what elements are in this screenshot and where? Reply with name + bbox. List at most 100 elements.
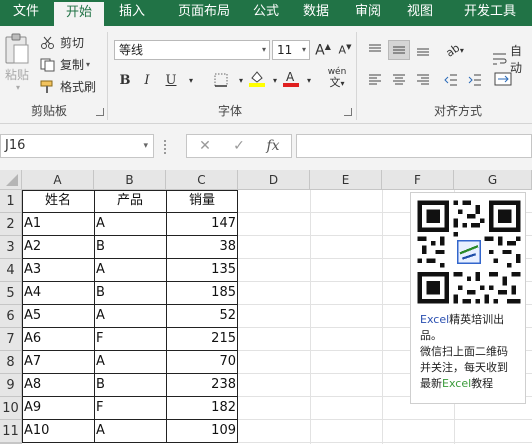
qr-code-card[interactable]: Excel精英培训出品。 微信扫上面二维码 并关注，每天收到 最新Excel教程 xyxy=(410,192,526,404)
underline-dropdown[interactable]: ▾ xyxy=(180,70,202,90)
table-cell[interactable]: A xyxy=(94,213,166,236)
row-header[interactable]: 9 xyxy=(0,374,22,397)
table-cell[interactable]: A2 xyxy=(22,236,94,259)
table-cell[interactable]: 238 xyxy=(166,374,238,397)
table-cell[interactable]: A4 xyxy=(22,282,94,305)
bold-button[interactable]: B xyxy=(114,70,136,90)
italic-button[interactable]: I xyxy=(136,70,158,90)
table-cell[interactable]: A3 xyxy=(22,259,94,282)
tab-home[interactable]: 开始 xyxy=(54,2,104,26)
table-cell[interactable]: A10 xyxy=(22,420,94,443)
tab-review[interactable]: 审阅 xyxy=(348,0,388,26)
font-name-select[interactable]: 等线 ▾ xyxy=(114,40,270,60)
brand-text: Excel xyxy=(442,377,472,390)
table-header-cell[interactable]: 姓名 xyxy=(22,190,94,213)
align-top-button[interactable] xyxy=(364,40,386,60)
tab-view[interactable]: 视图 xyxy=(400,0,440,26)
font-size-select[interactable]: 11 ▾ xyxy=(272,40,310,60)
row-header[interactable]: 7 xyxy=(0,328,22,351)
tab-developer[interactable]: 开发工具 xyxy=(456,0,524,26)
row-header[interactable]: 3 xyxy=(0,236,22,259)
row-header[interactable]: 5 xyxy=(0,282,22,305)
table-cell[interactable]: 70 xyxy=(166,351,238,374)
column-header-c[interactable]: C xyxy=(166,170,238,190)
table-cell[interactable]: B xyxy=(94,374,166,397)
increase-indent-button[interactable] xyxy=(464,70,486,90)
merge-center-button[interactable] xyxy=(494,72,512,86)
table-cell[interactable]: 109 xyxy=(166,420,238,443)
align-left-button[interactable] xyxy=(364,70,386,90)
column-header-b[interactable]: B xyxy=(94,170,166,190)
table-cell[interactable]: 38 xyxy=(166,236,238,259)
cancel-icon[interactable]: ✕ xyxy=(195,137,215,155)
row-header[interactable]: 2 xyxy=(0,213,22,236)
table-cell[interactable]: A8 xyxy=(22,374,94,397)
table-cell[interactable]: B xyxy=(94,236,166,259)
orientation-button[interactable]: ab ▾ xyxy=(442,40,468,60)
table-cell[interactable]: A xyxy=(94,420,166,443)
align-bottom-button[interactable] xyxy=(412,40,434,60)
tab-formulas[interactable]: 公式 xyxy=(246,0,286,26)
format-painter-button[interactable]: 格式刷 xyxy=(40,78,96,95)
table-cell[interactable]: A1 xyxy=(22,213,94,236)
decrease-indent-button[interactable] xyxy=(440,70,462,90)
tab-file[interactable]: 文件 xyxy=(6,0,46,26)
table-cell[interactable]: A9 xyxy=(22,397,94,420)
column-header-a[interactable]: A xyxy=(22,170,94,190)
increase-font-button[interactable]: A▲ xyxy=(312,40,334,60)
row-header[interactable]: 11 xyxy=(0,420,22,443)
table-cell[interactable]: 135 xyxy=(166,259,238,282)
table-cell[interactable]: 215 xyxy=(166,328,238,351)
borders-button[interactable] xyxy=(210,70,232,90)
formula-input[interactable] xyxy=(296,134,532,158)
chevron-down-icon: ▾ xyxy=(301,45,306,54)
font-launcher-icon[interactable] xyxy=(344,108,352,116)
table-cell[interactable]: F xyxy=(94,397,166,420)
table-header-cell[interactable]: 产品 xyxy=(94,190,166,213)
tab-insert[interactable]: 插入 xyxy=(110,0,154,26)
table-header-cell[interactable]: 销量 xyxy=(166,190,238,213)
decrease-font-button[interactable]: A▼ xyxy=(334,40,356,60)
paste-icon xyxy=(5,33,29,64)
wrap-text-button[interactable]: 自动 xyxy=(492,42,532,76)
align-right-button[interactable] xyxy=(412,70,434,90)
underline-button[interactable]: U xyxy=(160,70,182,90)
table-cell[interactable]: 147 xyxy=(166,213,238,236)
table-cell[interactable]: A7 xyxy=(22,351,94,374)
row-header[interactable]: 10 xyxy=(0,397,22,420)
table-cell[interactable]: 52 xyxy=(166,305,238,328)
table-cell[interactable]: A6 xyxy=(22,328,94,351)
column-header-f[interactable]: F xyxy=(382,170,454,190)
row-header[interactable]: 8 xyxy=(0,351,22,374)
row-header[interactable]: 1 xyxy=(0,190,22,213)
table-cell[interactable]: A xyxy=(94,351,166,374)
align-center-button[interactable] xyxy=(388,70,410,90)
table-cell[interactable]: 185 xyxy=(166,282,238,305)
copy-button[interactable]: 复制 ▾ xyxy=(40,56,90,73)
table-cell[interactable]: 182 xyxy=(166,397,238,420)
select-all-corner[interactable] xyxy=(0,170,22,190)
name-box[interactable]: J16 ▾ xyxy=(0,134,154,158)
font-size-value: 11 xyxy=(277,43,293,57)
table-cell[interactable]: A xyxy=(94,305,166,328)
insert-function-icon[interactable]: fx xyxy=(263,137,283,155)
resize-handle[interactable] xyxy=(164,140,167,154)
paste-button[interactable]: 粘贴 ▾ xyxy=(2,32,32,92)
align-middle-button[interactable] xyxy=(388,40,410,60)
enter-icon[interactable]: ✓ xyxy=(229,137,249,155)
table-cell[interactable]: A xyxy=(94,259,166,282)
phonetic-button[interactable]: wén 文▾ xyxy=(322,66,352,92)
table-cell[interactable]: A5 xyxy=(22,305,94,328)
table-cell[interactable]: F xyxy=(94,328,166,351)
column-header-e[interactable]: E xyxy=(310,170,382,190)
row-header[interactable]: 6 xyxy=(0,305,22,328)
cut-button[interactable]: 剪切 xyxy=(40,34,84,51)
table-cell[interactable]: B xyxy=(94,282,166,305)
column-header-d[interactable]: D xyxy=(238,170,310,190)
font-color-dropdown[interactable]: ▾ xyxy=(298,70,320,90)
tab-data[interactable]: 数据 xyxy=(296,0,336,26)
clipboard-launcher-icon[interactable] xyxy=(96,108,104,116)
tab-page-layout[interactable]: 页面布局 xyxy=(166,0,242,26)
column-header-g[interactable]: G xyxy=(454,170,532,190)
row-header[interactable]: 4 xyxy=(0,259,22,282)
